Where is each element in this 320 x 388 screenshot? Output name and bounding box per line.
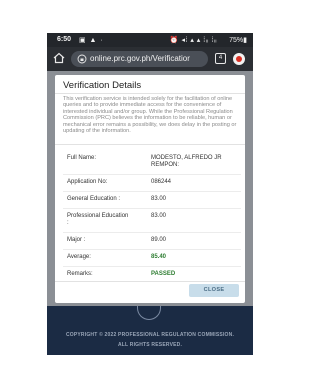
row-divider xyxy=(63,208,241,209)
row-value: 89.00 xyxy=(151,237,167,243)
row-divider xyxy=(63,191,241,192)
divider xyxy=(55,93,245,94)
browser-menu-icon[interactable] xyxy=(233,53,245,65)
row-label: General Education : xyxy=(67,196,121,202)
row-value: MODESTO, ALFREDO JR REMPON: xyxy=(151,155,222,168)
row-value: 83.00 xyxy=(151,213,167,219)
divider xyxy=(55,144,245,145)
row-divider xyxy=(63,232,241,233)
site-info-icon[interactable] xyxy=(77,54,87,64)
row-divider xyxy=(63,266,241,267)
home-icon[interactable] xyxy=(53,52,65,64)
url-text[interactable]: online.prc.gov.ph/Verificatior xyxy=(90,54,206,63)
status-time: 6:50 xyxy=(57,36,72,43)
tab-switcher-button[interactable]: 4 xyxy=(215,53,226,64)
browser-toolbar: online.prc.gov.ph/Verificatior 4 xyxy=(47,47,253,71)
close-button[interactable]: CLOSE xyxy=(189,284,239,297)
row-divider xyxy=(63,174,241,175)
row-value: 086244 xyxy=(151,179,172,185)
divider xyxy=(55,281,245,282)
address-bar[interactable]: online.prc.gov.ph/Verificatior xyxy=(71,51,208,67)
row-value: 83.00 xyxy=(151,196,167,202)
row-label: Major : xyxy=(67,237,86,243)
row-label: Professional Education : xyxy=(67,213,129,226)
average-value: 85.40 xyxy=(151,254,167,260)
signal-icons: ⏰ ◂⁞ ▴ ▴ ⁞ᵢᵢ ⁞ᵢᵢ xyxy=(169,37,217,44)
row-label: Average: xyxy=(67,254,91,260)
remarks-status: PASSED xyxy=(151,271,176,277)
row-label: Full Name: xyxy=(67,155,97,161)
modal-title: Verification Details xyxy=(63,80,142,91)
status-bar: 6:50 ▣ ▲ · ⏰ ◂⁞ ▴ ▴ ⁞ᵢᵢ ⁞ᵢᵢ 75%▮ xyxy=(47,33,253,47)
disclaimer-text: This verification service is intended so… xyxy=(63,96,237,135)
row-label: Application No: xyxy=(67,179,108,185)
notification-icons: ▣ ▲ · xyxy=(79,37,104,44)
battery-level: 75%▮ xyxy=(229,37,247,44)
verification-modal: Verification Details This verification s… xyxy=(55,75,245,303)
copyright-line: COPYRIGHT © 2022 PROFESSIONAL REGULATION… xyxy=(65,332,235,338)
row-label: Remarks: xyxy=(67,271,93,277)
row-divider xyxy=(63,249,241,250)
page-footer: COPYRIGHT © 2022 PROFESSIONAL REGULATION… xyxy=(47,306,253,355)
rights-line: ALL RIGHTS RESERVED. xyxy=(117,342,183,348)
prc-seal-icon xyxy=(137,306,161,320)
phone-screen: 6:50 ▣ ▲ · ⏰ ◂⁞ ▴ ▴ ⁞ᵢᵢ ⁞ᵢᵢ 75%▮ online.… xyxy=(47,33,253,355)
